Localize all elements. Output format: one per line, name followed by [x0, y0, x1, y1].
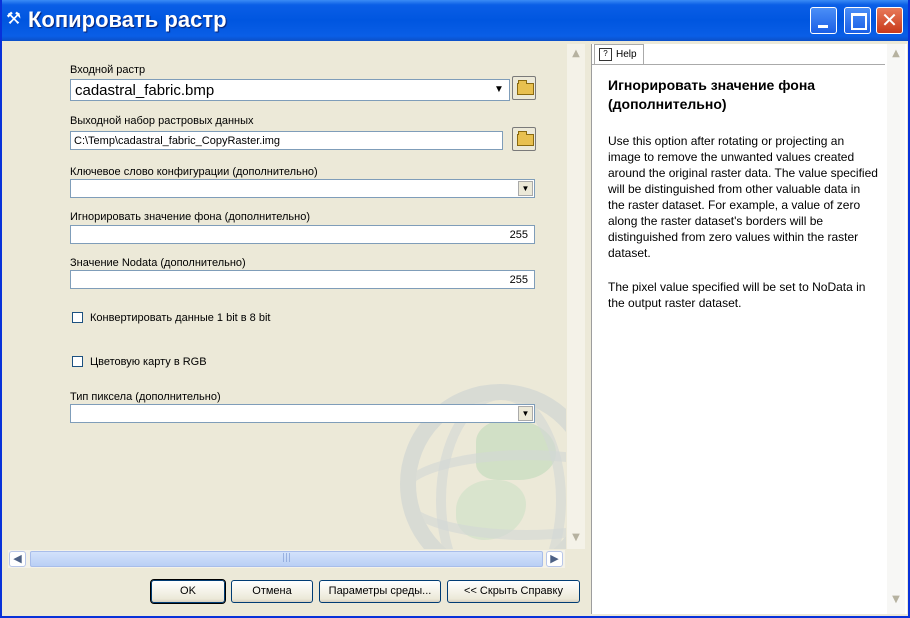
parameters-pane: Входной растр cadastral_fabric.bmp ▼ Вых…: [8, 44, 566, 549]
folder-open-icon: [517, 80, 534, 95]
nodata-label: Значение Nodata (дополнительно): [70, 257, 246, 269]
help-paragraph-1: Use this option after rotating or projec…: [608, 134, 878, 260]
convert-1bit-label: Конвертировать данные 1 bit в 8 bit: [90, 312, 271, 324]
pixel-type-dropdown[interactable]: ▼: [70, 404, 535, 423]
copy-raster-dialog: ⚒ Копировать растр ✕ Входной растр cadas…: [0, 0, 910, 618]
hide-help-button[interactable]: << Скрыть Справку: [447, 580, 580, 603]
help-tab-label: Help: [616, 49, 637, 60]
scroll-left-icon[interactable]: ◀: [9, 551, 26, 567]
config-keyword-label: Ключевое слово конфигурации (дополнитель…: [70, 166, 318, 178]
ignore-background-value: 255: [509, 229, 528, 241]
help-vertical-scrollbar[interactable]: ▲ ▼: [887, 44, 905, 614]
close-button[interactable]: ✕: [876, 7, 903, 34]
window-title: Копировать растр: [28, 7, 227, 32]
scroll-up-icon[interactable]: ▲: [568, 46, 584, 62]
chevron-down-icon[interactable]: ▼: [518, 406, 533, 421]
output-raster-field[interactable]: C:\Temp\cadastral_fabric_CopyRaster.img: [70, 131, 503, 150]
hammer-icon: ⚒: [6, 9, 22, 29]
environments-button[interactable]: Параметры среды...: [319, 580, 441, 603]
maximize-button[interactable]: [844, 7, 871, 34]
cancel-button[interactable]: Отмена: [231, 580, 313, 603]
ok-button[interactable]: OK: [150, 579, 226, 604]
scroll-down-icon[interactable]: ▼: [568, 530, 584, 546]
help-title: Игнорировать значение фона (дополнительн…: [608, 77, 816, 112]
ignore-background-field[interactable]: 255: [70, 225, 535, 244]
output-raster-value: C:\Temp\cadastral_fabric_CopyRaster.img: [74, 135, 281, 147]
convert-1bit-checkbox[interactable]: [72, 312, 83, 323]
input-raster-dropdown[interactable]: cadastral_fabric.bmp ▼: [70, 79, 510, 101]
ignore-background-label: Игнорировать значение фона (дополнительн…: [70, 211, 311, 223]
parameters-vertical-scrollbar[interactable]: ▲ ▼: [567, 44, 585, 549]
maximize-icon: [851, 13, 867, 30]
help-pane: ? Help Игнорировать значение фона (дополн…: [591, 44, 907, 614]
chevron-down-icon[interactable]: ▼: [518, 181, 533, 196]
close-icon: ✕: [881, 8, 898, 32]
scroll-down-icon[interactable]: ▼: [888, 592, 904, 608]
help-tab[interactable]: ? Help: [594, 44, 644, 65]
input-raster-value: cadastral_fabric.bmp: [75, 82, 215, 99]
colormap-rgb-checkbox[interactable]: [72, 356, 83, 367]
colormap-rgb-label: Цветовую карту в RGB: [90, 356, 207, 368]
input-raster-label: Входной растр: [70, 64, 146, 76]
chevron-down-icon[interactable]: ▼: [489, 80, 509, 100]
config-keyword-dropdown[interactable]: ▼: [70, 179, 535, 198]
scroll-right-icon[interactable]: ▶: [546, 551, 563, 567]
pixel-type-label: Тип пиксела (дополнительно): [70, 391, 221, 403]
minimize-button[interactable]: [810, 7, 837, 34]
help-icon: ?: [599, 47, 612, 61]
parameters-horizontal-scrollbar[interactable]: ◀ ||| ▶: [8, 550, 565, 568]
scroll-thumb[interactable]: |||: [30, 551, 543, 567]
input-raster-browse-button[interactable]: [512, 76, 536, 100]
output-raster-browse-button[interactable]: [512, 127, 536, 151]
nodata-field[interactable]: 255: [70, 270, 535, 289]
help-paragraph-2: The pixel value specified will be set to…: [608, 280, 866, 310]
nodata-value: 255: [509, 274, 528, 286]
folder-open-icon: [517, 131, 534, 146]
scroll-up-icon[interactable]: ▲: [888, 46, 904, 62]
title-bar[interactable]: ⚒ Копировать растр ✕: [2, 0, 908, 41]
minimize-icon: [818, 25, 828, 28]
output-raster-label: Выходной набор растровых данных: [70, 115, 254, 127]
